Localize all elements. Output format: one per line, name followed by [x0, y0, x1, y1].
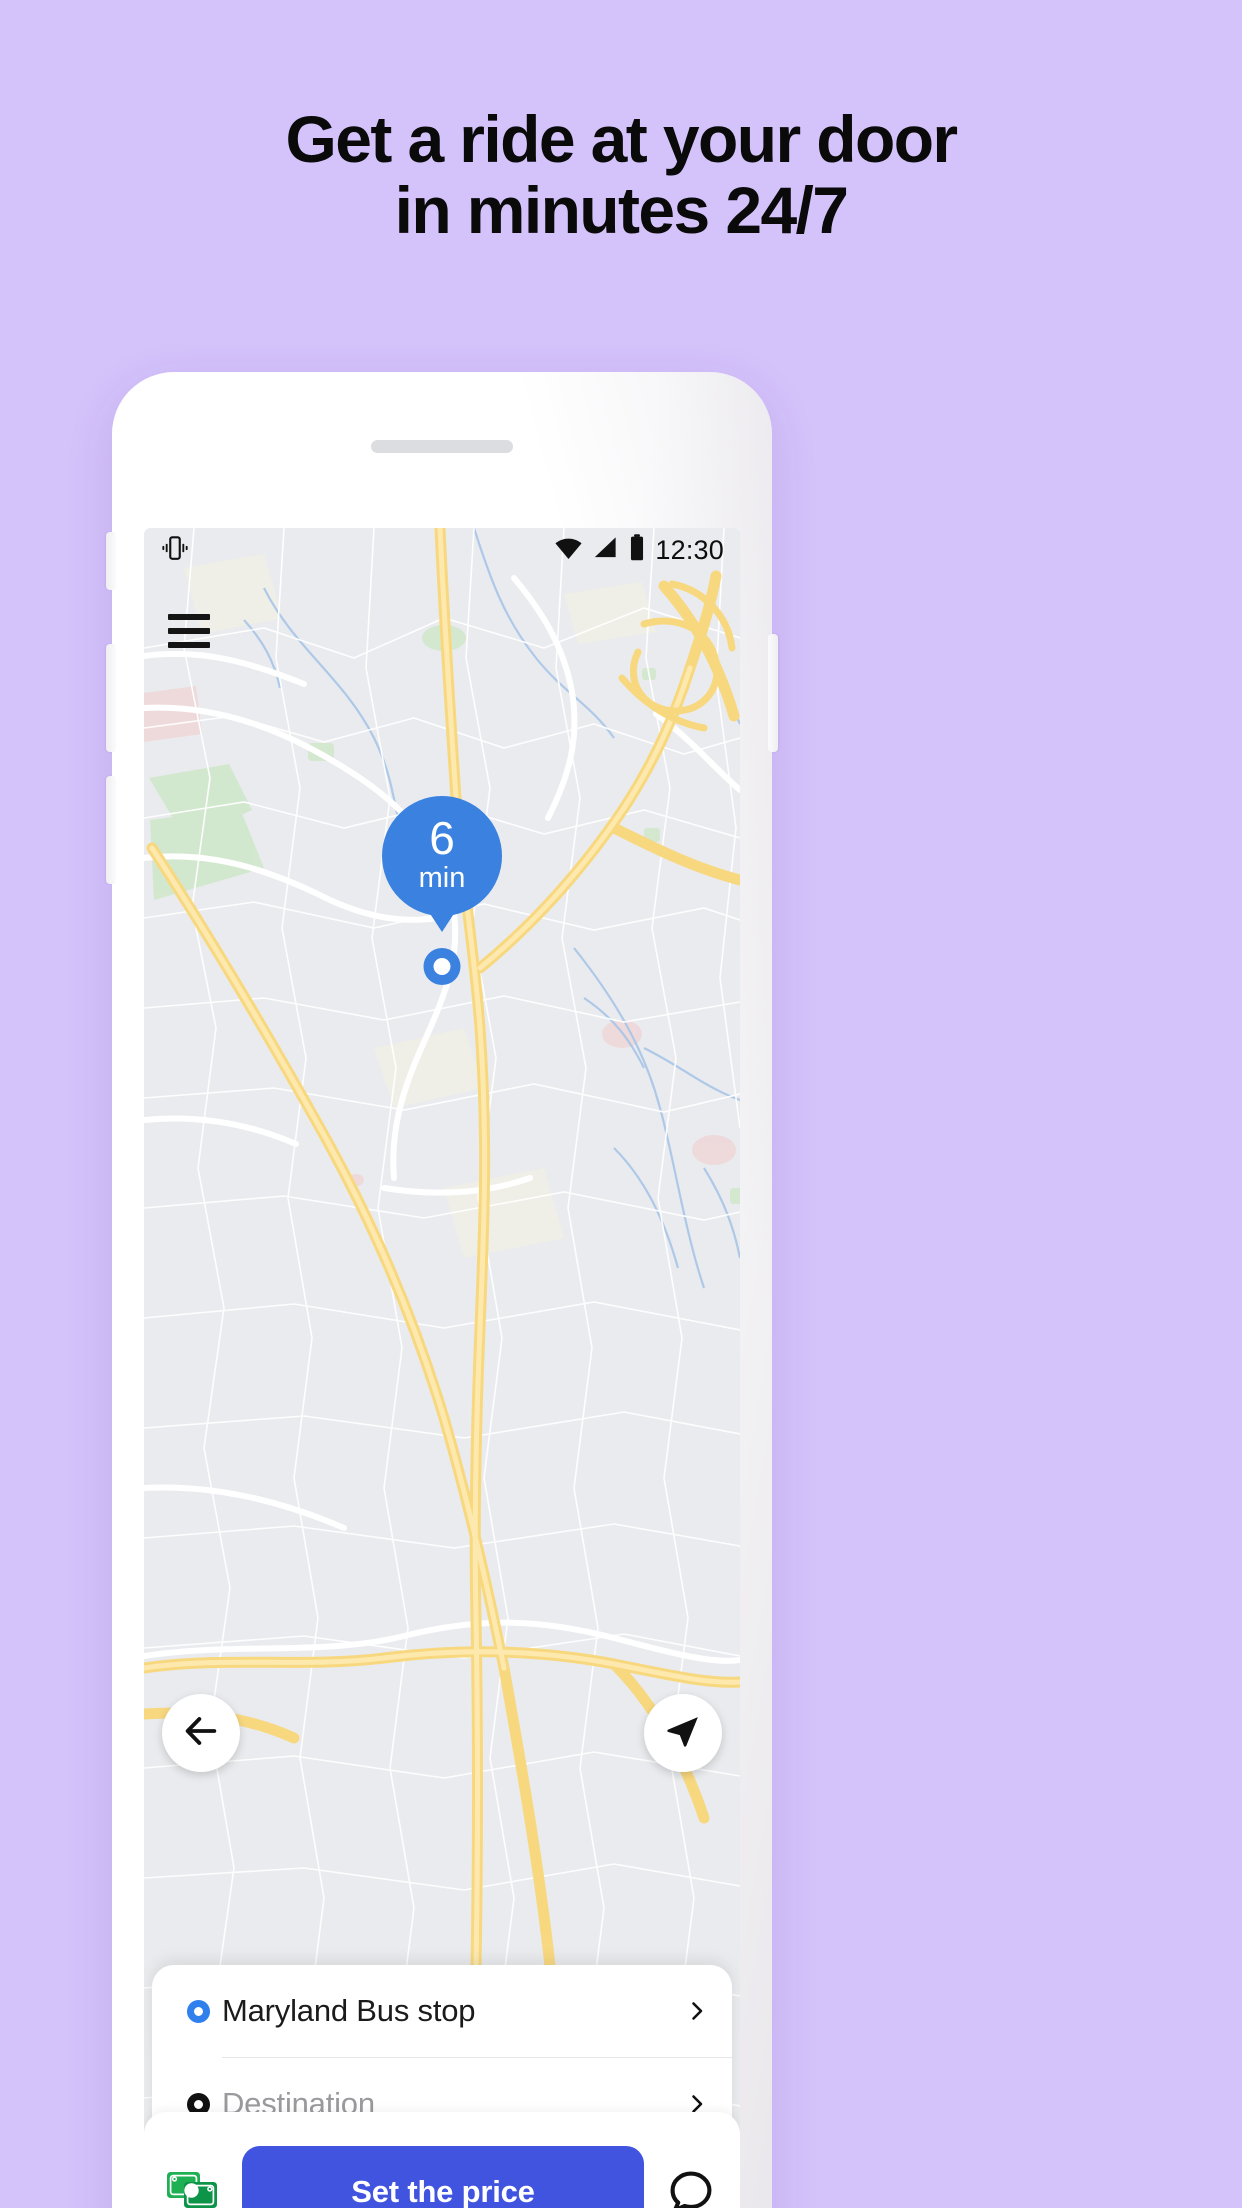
status-bar-right: 12:30	[554, 533, 724, 567]
hamburger-bar	[168, 628, 210, 634]
phone-earpiece-speaker	[371, 440, 513, 453]
hamburger-bar	[168, 642, 210, 648]
headline-line-2: in minutes 24/7	[394, 173, 849, 248]
hamburger-menu-icon[interactable]	[168, 610, 220, 652]
locate-me-button[interactable]	[644, 1694, 722, 1772]
promo-headline: Get a ride at your door in minutes 24/7	[0, 102, 1242, 248]
back-arrow-icon	[181, 1711, 221, 1756]
set-price-button[interactable]: Set the price	[242, 2146, 644, 2208]
chevron-right-icon[interactable]	[684, 1999, 710, 2023]
eta-pin-bubble: 6 min	[382, 796, 502, 916]
battery-icon	[628, 533, 646, 567]
phone-screen: 12:30 6 min Maryland Bus stop Destinatio…	[144, 528, 740, 2208]
pickup-ring-icon	[174, 1999, 222, 2023]
cellular-signal-icon	[592, 534, 619, 566]
phone-mockup: 12:30 6 min Maryland Bus stop Destinatio…	[106, 372, 778, 2208]
navigation-arrow-icon	[664, 1712, 702, 1755]
status-bar-time: 12:30	[655, 534, 724, 565]
silent-switch[interactable]	[106, 532, 116, 590]
volume-up-button[interactable]	[106, 644, 116, 752]
map-canvas[interactable]	[144, 528, 740, 2208]
pickup-location-dot	[423, 948, 461, 985]
vibrate-icon	[160, 533, 190, 568]
chat-bubble-icon[interactable]	[662, 2163, 720, 2208]
headline-line-1: Get a ride at your door	[285, 102, 959, 176]
wifi-icon	[554, 533, 583, 567]
map-vector	[144, 528, 740, 2208]
eta-value: 6	[429, 812, 455, 865]
pickup-row[interactable]: Maryland Bus stop	[152, 1965, 732, 2057]
eta-unit: min	[418, 861, 466, 894]
cash-banknotes-icon[interactable]	[164, 2162, 224, 2208]
action-bar: Set the price	[144, 2112, 740, 2208]
pickup-label: Maryland Bus stop	[222, 1993, 476, 2028]
eta-pin[interactable]: 6 min	[382, 796, 502, 985]
back-button[interactable]	[162, 1694, 240, 1772]
status-bar: 12:30	[144, 528, 740, 572]
volume-down-button[interactable]	[106, 776, 116, 884]
power-button[interactable]	[768, 634, 778, 752]
hamburger-bar	[168, 614, 210, 620]
